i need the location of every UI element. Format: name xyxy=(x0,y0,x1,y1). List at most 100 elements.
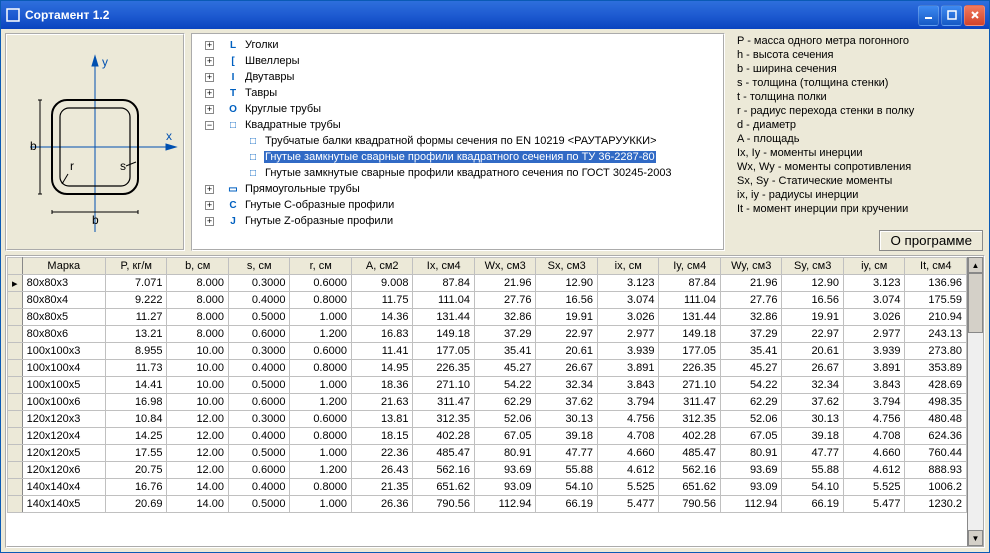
cell[interactable]: 3.026 xyxy=(597,309,659,326)
cell[interactable]: 45.27 xyxy=(720,360,782,377)
cell[interactable]: 19.91 xyxy=(782,309,844,326)
cell[interactable]: 0.4000 xyxy=(228,360,290,377)
tree-item[interactable]: −□Квадратные трубы xyxy=(193,117,723,133)
cell[interactable]: 480.48 xyxy=(905,411,967,428)
scroll-thumb[interactable] xyxy=(968,273,983,333)
cell[interactable]: 3.794 xyxy=(843,394,905,411)
tree-item[interactable]: □Гнутые замкнутые сварные профили квадра… xyxy=(193,149,723,165)
cell[interactable]: 16.56 xyxy=(536,292,598,309)
cell[interactable]: 3.123 xyxy=(597,275,659,292)
cell[interactable]: 3.843 xyxy=(597,377,659,394)
cell[interactable]: 16.98 xyxy=(105,394,167,411)
cell[interactable]: 12.00 xyxy=(167,411,229,428)
cell[interactable]: 4.708 xyxy=(597,428,659,445)
tree-item[interactable]: □Трубчатые балки квадратной формы сечени… xyxy=(193,133,723,149)
expand-icon[interactable]: + xyxy=(205,57,214,66)
cell[interactable]: 39.18 xyxy=(782,428,844,445)
cell[interactable]: 0.4000 xyxy=(228,479,290,496)
cell[interactable]: 8.000 xyxy=(167,292,229,309)
maximize-button[interactable] xyxy=(941,5,962,26)
cell[interactable]: 0.6000 xyxy=(228,394,290,411)
cell[interactable]: 18.15 xyxy=(351,428,413,445)
expand-icon[interactable]: + xyxy=(205,105,214,114)
cell[interactable]: 0.5000 xyxy=(228,377,290,394)
cell[interactable]: 19.91 xyxy=(536,309,598,326)
cell[interactable]: 54.22 xyxy=(720,377,782,394)
cell[interactable]: 93.69 xyxy=(720,462,782,479)
cell[interactable]: 0.6000 xyxy=(228,326,290,343)
cell[interactable]: 55.88 xyxy=(782,462,844,479)
cell[interactable]: 30.13 xyxy=(782,411,844,428)
cell[interactable]: 10.00 xyxy=(167,394,229,411)
cell[interactable]: 0.8000 xyxy=(290,292,352,309)
table-row[interactable]: ▸80x80x37.0718.0000.30000.60009.00887.84… xyxy=(8,275,967,292)
tree-item[interactable]: +[Швеллеры xyxy=(193,53,723,69)
cell[interactable]: 45.27 xyxy=(474,360,536,377)
cell[interactable]: 93.69 xyxy=(474,462,536,479)
expand-icon[interactable]: + xyxy=(205,185,214,194)
cell[interactable]: 312.35 xyxy=(659,411,721,428)
cell[interactable]: 402.28 xyxy=(659,428,721,445)
cell[interactable]: 16.56 xyxy=(782,292,844,309)
cell[interactable]: 651.62 xyxy=(659,479,721,496)
cell[interactable]: 3.794 xyxy=(597,394,659,411)
cell[interactable]: 131.44 xyxy=(413,309,475,326)
table-row[interactable]: 80x80x613.218.0000.60001.20016.83149.183… xyxy=(8,326,967,343)
tree-item[interactable]: +▭Прямоугольные трубы xyxy=(193,181,723,197)
cell[interactable]: 32.34 xyxy=(782,377,844,394)
column-header[interactable]: ix, см xyxy=(597,258,659,275)
cell[interactable]: 20.69 xyxy=(105,496,167,513)
cell[interactable]: 13.81 xyxy=(351,411,413,428)
cell[interactable]: 12.90 xyxy=(536,275,598,292)
collapse-icon[interactable]: − xyxy=(205,121,214,130)
cell[interactable]: 498.35 xyxy=(905,394,967,411)
tree-item[interactable]: +LУголки xyxy=(193,37,723,53)
column-header[interactable]: Wx, см3 xyxy=(474,258,536,275)
cell[interactable]: 11.75 xyxy=(351,292,413,309)
cell[interactable]: 226.35 xyxy=(413,360,475,377)
table-row[interactable]: 120x120x414.2512.000.40000.800018.15402.… xyxy=(8,428,967,445)
cell[interactable]: 5.525 xyxy=(843,479,905,496)
cell[interactable]: 22.36 xyxy=(351,445,413,462)
cell[interactable]: 62.29 xyxy=(720,394,782,411)
cell[interactable]: 26.67 xyxy=(536,360,598,377)
column-header[interactable]: s, см xyxy=(228,258,290,275)
cell[interactable]: 4.708 xyxy=(843,428,905,445)
table-row[interactable]: 120x120x620.7512.000.60001.20026.43562.1… xyxy=(8,462,967,479)
vertical-scrollbar[interactable]: ▲ ▼ xyxy=(967,257,983,546)
expand-icon[interactable]: + xyxy=(205,73,214,82)
cell[interactable]: 7.071 xyxy=(105,275,167,292)
cell[interactable]: 120x120x4 xyxy=(22,428,105,445)
cell[interactable]: 17.55 xyxy=(105,445,167,462)
cell[interactable]: 80x80x5 xyxy=(22,309,105,326)
cell[interactable]: 8.000 xyxy=(167,326,229,343)
cell[interactable]: 9.008 xyxy=(351,275,413,292)
cell[interactable]: 52.06 xyxy=(720,411,782,428)
cell[interactable]: 16.76 xyxy=(105,479,167,496)
cell[interactable]: 14.00 xyxy=(167,496,229,513)
table-row[interactable]: 80x80x511.278.0000.50001.00014.36131.443… xyxy=(8,309,967,326)
cell[interactable]: 12.00 xyxy=(167,428,229,445)
tree-item[interactable]: +TТавры xyxy=(193,85,723,101)
scroll-up-button[interactable]: ▲ xyxy=(968,257,983,273)
cell[interactable]: 2.977 xyxy=(843,326,905,343)
cell[interactable]: 80x80x3 xyxy=(22,275,105,292)
cell[interactable]: 140x140x5 xyxy=(22,496,105,513)
cell[interactable]: 311.47 xyxy=(413,394,475,411)
column-header[interactable]: Sx, см3 xyxy=(536,258,598,275)
cell[interactable]: 311.47 xyxy=(659,394,721,411)
cell[interactable]: 4.660 xyxy=(597,445,659,462)
column-header[interactable]: b, см xyxy=(167,258,229,275)
cell[interactable]: 18.36 xyxy=(351,377,413,394)
cell[interactable]: 10.00 xyxy=(167,343,229,360)
cell[interactable]: 26.36 xyxy=(351,496,413,513)
cell[interactable]: 1.200 xyxy=(290,326,352,343)
cell[interactable]: 21.96 xyxy=(474,275,536,292)
cell[interactable]: 485.47 xyxy=(413,445,475,462)
cell[interactable]: 1.000 xyxy=(290,496,352,513)
cell[interactable]: 80.91 xyxy=(474,445,536,462)
cell[interactable]: 271.10 xyxy=(659,377,721,394)
cell[interactable]: 20.75 xyxy=(105,462,167,479)
expand-icon[interactable]: + xyxy=(205,201,214,210)
cell[interactable]: 66.19 xyxy=(536,496,598,513)
